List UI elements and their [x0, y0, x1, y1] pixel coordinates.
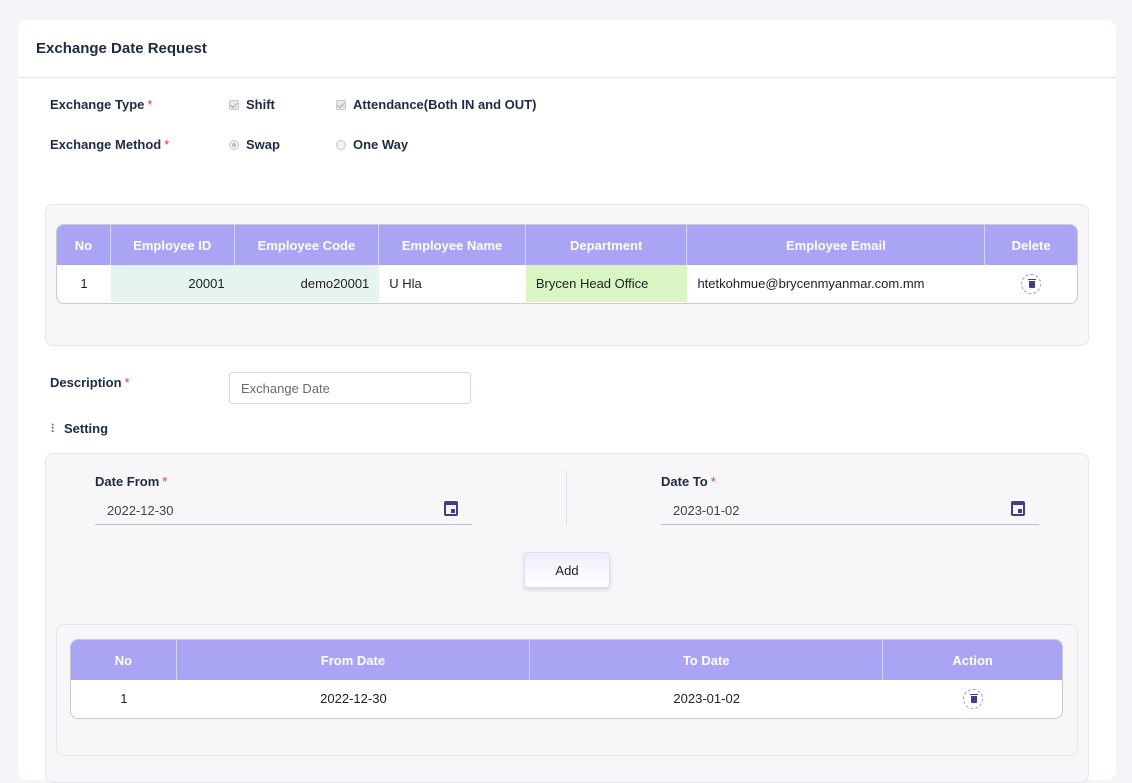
date-from-value: 2022-12-30	[107, 503, 174, 518]
date-from-label-row: Date From *	[95, 474, 167, 489]
col-header-delete: Delete	[985, 225, 1077, 265]
cell-employee-email: htetkohmue@brycenmyanmar.com.mm	[697, 276, 925, 291]
description-label: Description	[50, 375, 122, 390]
one-way-label: One Way	[353, 137, 409, 152]
employee-table-header: No Employee ID Employee Code Employee Na…	[57, 225, 1077, 265]
trash-icon	[969, 693, 978, 703]
table-row: 1 20001 demo20001 U Hla Brycen Head Offi…	[57, 265, 1077, 302]
shift-checkbox-option[interactable]: Shift	[229, 97, 275, 112]
delete-employee-button[interactable]	[1021, 273, 1042, 294]
required-mark: *	[147, 97, 153, 112]
delete-date-button[interactable]	[962, 688, 983, 709]
col-header-employee-name: Employee Name	[379, 225, 526, 265]
exchange-method-label: Exchange Method	[50, 137, 162, 152]
shift-checkbox[interactable]	[229, 99, 239, 110]
col-header-from-date: From Date	[176, 640, 531, 680]
date-table: No From Date To Date Action 1 2022-12-30…	[70, 639, 1063, 719]
required-mark: *	[162, 474, 168, 489]
cell-action	[883, 680, 1062, 717]
table-row: 1 2022-12-30 2023-01-02	[71, 680, 1062, 717]
attendance-checkbox-option[interactable]: Attendance(Both IN and OUT)	[336, 97, 536, 112]
calendar-icon[interactable]	[444, 501, 458, 516]
col-header-employee-id: Employee ID	[110, 225, 235, 265]
attendance-label: Attendance(Both IN and OUT)	[353, 97, 537, 112]
col-header-employee-code: Employee Code	[234, 225, 380, 265]
swap-label: Swap	[246, 137, 280, 152]
exchange-type-label: Exchange Type	[50, 97, 145, 112]
add-button[interactable]: Add	[524, 552, 610, 588]
shift-label: Shift	[246, 97, 275, 112]
cell-from-date: 2022-12-30	[320, 691, 387, 706]
date-from-label: Date From	[95, 474, 160, 489]
required-mark: *	[710, 474, 716, 489]
cell-employee-id: 20001	[110, 265, 235, 302]
cell-no: 1	[120, 691, 128, 706]
col-header-to-date: To Date	[530, 640, 884, 680]
date-to-value: 2023-01-02	[673, 503, 740, 518]
cell-to-date: 2023-01-02	[673, 691, 740, 706]
setting-label: Setting	[64, 421, 109, 436]
col-header-department: Department	[525, 225, 688, 265]
cell-no: 1	[80, 276, 88, 291]
date-to-label-row: Date To *	[661, 474, 716, 489]
swap-radio[interactable]	[229, 139, 239, 150]
cell-employee-name: U Hla	[389, 276, 422, 291]
description-input[interactable]	[229, 372, 471, 404]
date-from-picker[interactable]: 2022-12-30	[95, 497, 472, 525]
cell-delete	[985, 265, 1077, 302]
swap-radio-option[interactable]: Swap	[229, 137, 280, 152]
col-header-no: No	[71, 640, 177, 680]
date-to-label: Date To	[661, 474, 708, 489]
setting-section-title: ⠇ Setting	[50, 421, 108, 436]
date-table-header: No From Date To Date Action	[71, 640, 1062, 680]
exchange-type-row: Exchange Type *	[50, 97, 152, 112]
page-title: Exchange Date Request	[18, 20, 1116, 78]
date-divider	[566, 470, 567, 526]
col-header-employee-email: Employee Email	[687, 225, 986, 265]
attendance-checkbox[interactable]	[336, 99, 346, 110]
employee-table: No Employee ID Employee Code Employee Na…	[56, 224, 1078, 304]
one-way-radio[interactable]	[336, 139, 346, 150]
one-way-radio-option[interactable]: One Way	[336, 137, 408, 152]
trash-icon	[1028, 278, 1037, 288]
cell-department: Brycen Head Office	[525, 265, 688, 302]
drag-handle-icon: ⠇	[50, 421, 59, 436]
col-header-action: Action	[883, 640, 1062, 680]
cell-employee-code: demo20001	[234, 265, 380, 302]
date-to-picker[interactable]: 2023-01-02	[661, 497, 1039, 525]
exchange-method-row: Exchange Method *	[50, 137, 169, 152]
calendar-icon[interactable]	[1011, 501, 1025, 516]
description-row: Description *	[50, 375, 130, 390]
required-mark: *	[164, 137, 170, 152]
col-header-no: No	[57, 225, 111, 265]
required-mark: *	[124, 375, 130, 390]
